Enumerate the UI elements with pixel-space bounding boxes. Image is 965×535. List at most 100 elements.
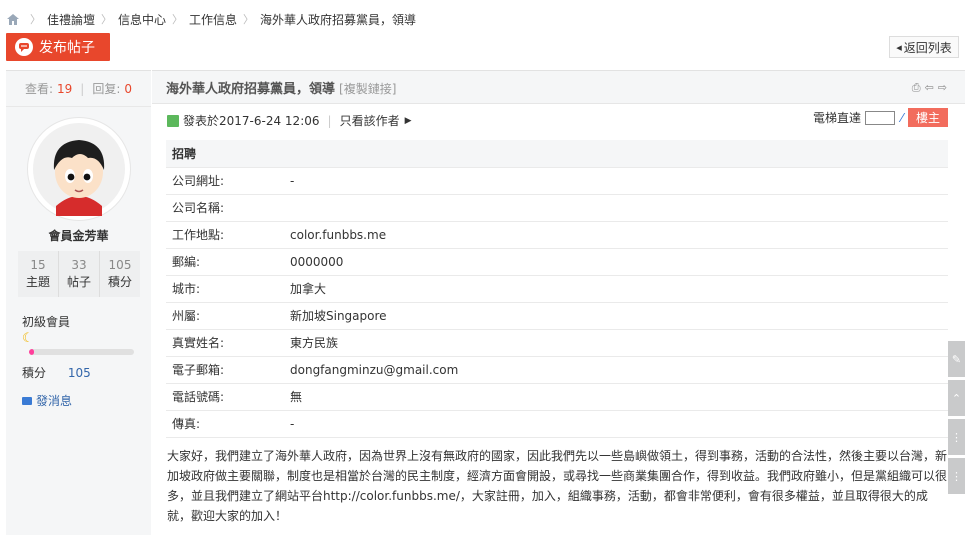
field-value: color.funbbs.me [290,221,948,249]
reply-icon[interactable]: ✎ [948,341,965,377]
copy-link-button[interactable]: [複製鏈接] [339,82,396,96]
new-post-button[interactable]: 发布帖子 [6,33,110,61]
post-body: 大家好，我們建立了海外華人政府，因為世界上沒有無政府的國家，因此我們先以一些島嶼… [167,449,948,523]
thread-title-text: 海外華人政府招募黨員，領導 [166,81,336,97]
field-key: 城市: [166,275,290,303]
breadcrumb-info-center[interactable]: 信息中心 [118,11,166,28]
author-online-icon [167,114,179,127]
back-to-list-label: 返回列表 [903,40,952,55]
thread-title: 海外華人政府招募黨員，領導 [複製鏈接] [166,78,396,97]
author-stats: 15 主題 33 帖子 105 積分 [18,251,140,297]
field-key: 公司名稱: [166,194,290,222]
post-meta: 發表於2017-6-24 12:06 | 只看該作者 ▶ [167,112,412,129]
table-row: 傳真: - [166,410,948,438]
author-stat-value: 33 [71,258,87,272]
field-key: 電話號碼: [166,383,290,411]
author-stat-posts[interactable]: 33 帖子 [58,251,99,297]
author-stat-value: 105 [108,258,132,272]
table-row: 州屬: 新加坡Singapore [166,302,948,330]
field-key: 真實姓名: [166,329,290,357]
back-to-list-button[interactable]: ◂ 返回列表 [889,36,959,58]
breadcrumb-separator: 〉 [172,13,184,26]
field-key: 郵編: [166,248,290,276]
print-icon[interactable]: ⎙ [912,81,921,95]
level-progress-bar [29,349,134,355]
author-stat-value: 15 [30,258,46,272]
replies-count: 0 [124,81,133,96]
next-thread-icon[interactable]: ⇨ [938,81,947,95]
breadcrumb-job-info[interactable]: 工作信息 [189,11,237,28]
share-icon[interactable]: ⋮ [948,458,965,494]
more-options-icon[interactable]: ⋮ [948,419,965,455]
breadcrumb-separator: 〉 [30,13,41,26]
table-row: 工作地點: color.funbbs.me [166,221,948,249]
author-stat-label: 積分 [107,275,132,289]
table-header-row: 招聘 [166,140,948,168]
table-row: 城市: 加拿大 [166,275,948,303]
breadcrumb-separator: 〉 [101,13,113,26]
author-stat-points[interactable]: 105 積分 [99,251,140,297]
breadcrumb-separator: 〉 [243,13,255,26]
field-value: dongfangminzu@gmail.com [290,356,948,384]
chat-bubble-icon [15,38,33,56]
field-key: 工作地點: [166,221,290,249]
points-label: 積分 [22,366,47,380]
send-message-link[interactable]: 發消息 [22,392,72,409]
author-stat-threads[interactable]: 15 主題 [18,251,58,297]
meta-divider: | [327,113,332,128]
floating-toolbar: ✎ ⌃ ⋮ ⋮ [948,341,965,494]
breadcrumb-forum[interactable]: 佳禮論壇 [47,11,95,28]
floor-jump: 電梯直達 ⁄ [813,109,903,126]
back-to-top-icon[interactable]: ⌃ [948,380,965,416]
field-key: 傳真: [166,410,290,438]
points-row: 積分 105 [22,364,91,381]
new-post-label: 发布帖子 [39,40,95,56]
field-value: - [290,167,948,195]
field-value: 東方民族 [290,329,948,357]
author-stat-label: 帖子 [66,275,91,289]
avatar[interactable] [27,117,131,221]
post-date: 發表於2017-6-24 12:06 [183,114,320,128]
thread-title-bar: 海外華人政府招募黨員，領導 [複製鏈接] ⎙ ⇦ ⇨ [152,70,965,104]
member-level[interactable]: 初級會員 [22,313,70,330]
moon-icon: ☾ [22,331,34,346]
floor-badge[interactable]: 樓主 [908,108,948,127]
cartoon-boy-avatar-icon [33,123,125,216]
field-key: 州屬: [166,302,290,330]
table-row: 公司網址: - [166,167,948,195]
breadcrumb: 〉 佳禮論壇 〉 信息中心 〉 工作信息 〉 海外華人政府招募黨員，領導 [6,10,416,28]
field-key: 電子郵箱: [166,356,290,384]
author-stat-label: 主題 [25,275,50,289]
field-value [290,194,948,222]
author-username[interactable]: 會員金芳華 [6,227,151,244]
views-label: 查看: [24,82,54,96]
floor-jump-go-icon[interactable]: ⁄ [901,111,903,125]
table-row: 電話號碼: 無 [166,383,948,411]
caret-right-icon: ▶ [404,115,412,126]
floor-jump-input[interactable] [864,110,895,125]
breadcrumb-current-thread[interactable]: 海外華人政府招募黨員，領導 [260,11,416,28]
only-author-link[interactable]: 只看該作者 [340,112,400,129]
points-value: 105 [67,366,91,380]
thread-stats: 查看: 19 | 回复: 0 [6,71,151,107]
field-value: 新加坡Singapore [290,302,948,330]
floor-jump-label: 電梯直達 [812,111,861,125]
field-value: - [290,410,948,438]
table-row: 公司名稱: [166,194,948,222]
table-row: 電子郵箱: dongfangminzu@gmail.com [166,356,948,384]
job-info-table: 招聘 公司網址: - 公司名稱: 工作地點: color.funbbs.me 郵編:… [166,140,948,438]
views-count: 19 [57,81,73,96]
thread-tools: ⎙ ⇦ ⇨ [912,81,947,95]
table-row: 真實姓名: 東方民族 [166,329,948,357]
level-progress-fill [29,349,35,355]
home-icon[interactable] [6,13,20,26]
stats-divider: | [80,81,85,96]
field-value: 加拿大 [290,275,948,303]
author-sidebar: 查看: 19 | 回复: 0 會員金芳華 15 主題 33 帖子 105 積分 … [6,70,151,535]
envelope-icon [22,396,32,405]
field-value: 無 [290,383,948,411]
field-key: 公司網址: [166,167,290,195]
previous-thread-icon[interactable]: ⇦ [925,81,934,95]
field-value: 0000000 [290,248,948,276]
table-row: 郵編: 0000000 [166,248,948,276]
